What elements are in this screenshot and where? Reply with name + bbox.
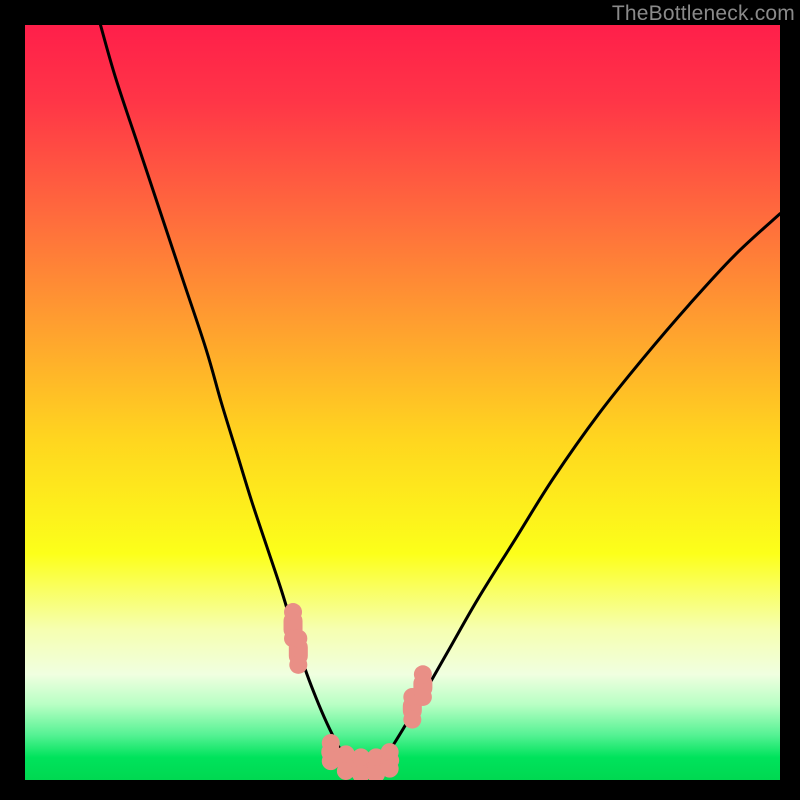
chart-frame [25,25,780,780]
watermark-text: TheBottleneck.com [612,2,795,26]
marker-6 [381,743,399,778]
marker-8 [414,665,432,706]
bottleneck-chart [25,25,780,780]
gradient-background [25,25,780,780]
marker-1 [289,629,307,673]
